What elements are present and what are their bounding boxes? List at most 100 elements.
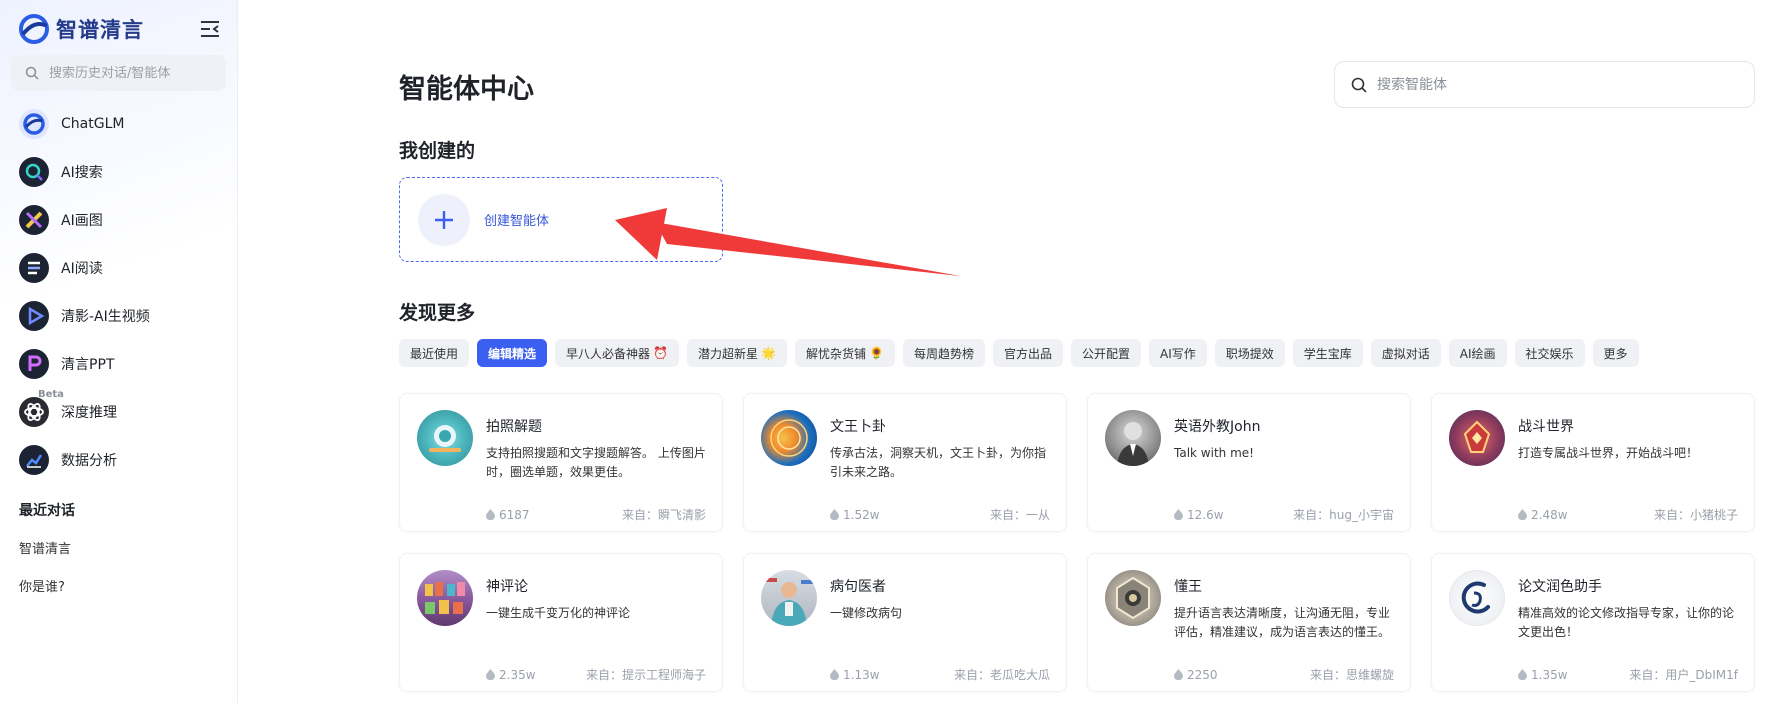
agent-footer: 2.35w 来自：提示工程师海子 (486, 666, 706, 683)
agent-card[interactable]: 懂王 提升语言表达清晰度，让沟通无阻，专业评估，精准建议，成为语言表达的懂王。 … (1087, 553, 1411, 692)
agent-card[interactable]: 病句医者 一键修改病句 1.13w 来自：老瓜吃大瓜 (743, 553, 1067, 692)
flame-icon (486, 509, 495, 520)
agent-title: 懂王 (1174, 579, 1202, 595)
sidebar-item-video[interactable]: 清影-AI生视频 (0, 292, 238, 340)
agent-title: 战斗世界 (1518, 419, 1574, 435)
agent-description: 支持拍照搜题和文字搜题解答。 上传图片时，圈选单题，效果更佳。 (486, 446, 706, 479)
agent-avatar (761, 410, 817, 466)
usage-count-value: 6187 (499, 507, 530, 522)
usage-count-value: 2.48w (1531, 507, 1568, 522)
agent-footer: 1.13w 来自：老瓜吃大瓜 (830, 666, 1050, 683)
tab-virtual-chat[interactable]: 虚拟对话 (1370, 339, 1441, 367)
tab-label: 解忧杂货铺 (805, 346, 866, 361)
ppt-icon (19, 349, 49, 379)
sidebar-item-reasoning[interactable]: Beta 深度推理 (0, 388, 238, 436)
agent-card[interactable]: 英语外教John Talk with me! 12.6w 来自：hug_小宇宙 (1087, 393, 1411, 532)
tab-more[interactable]: 更多 (1592, 339, 1639, 367)
ai-read-icon (19, 253, 49, 283)
agent-title: 论文润色助手 (1518, 579, 1602, 595)
sidebar-search-input[interactable] (49, 65, 209, 81)
agent-footer: 2.48w 来自：小猪桃子 (1518, 506, 1738, 523)
tab-label: 公开配置 (1081, 346, 1130, 361)
agent-title: 英语外教John (1174, 419, 1261, 435)
agent-card[interactable]: 论文润色助手 精准高效的论文修改指导专家，让你的论文更出色！ 1.35w 来自：… (1431, 553, 1755, 692)
tab-ai-writing[interactable]: AI写作 (1148, 339, 1207, 367)
agent-description: Talk with me! (1174, 446, 1254, 460)
tab-official[interactable]: 官方出品 (992, 339, 1063, 367)
tab-label: 编辑精选 (488, 346, 537, 361)
agent-author: 来自：hug_小宇宙 (1293, 508, 1394, 522)
agent-description: 打造专属战斗世界，开始战斗吧！ (1518, 446, 1699, 460)
sidebar-item-ai-search[interactable]: AI搜索 (0, 148, 238, 196)
usage-count-value: 12.6w (1187, 507, 1224, 522)
tab-label: 官方出品 (1003, 346, 1052, 361)
sidebar-item-ai-read[interactable]: AI阅读 (0, 244, 238, 292)
tab-label: 职场提效 (1225, 346, 1274, 361)
category-tabs: 最近使用 编辑精选 早八人必备神器 ⏰ 潜力超新星 🌟 解忧杂货铺 🌻 每周趋势榜 官… (399, 339, 1639, 367)
video-icon (19, 301, 49, 331)
recent-chats-title: 最近对话 (19, 503, 75, 519)
tab-label: 学生宝库 (1303, 346, 1352, 361)
agent-card[interactable]: 神评论 一键生成千变万化的神评论 2.35w 来自：提示工程师海子 (399, 553, 723, 692)
usage-count-value: 1.35w (1531, 667, 1568, 682)
recent-chat-item[interactable]: 你是谁? (19, 576, 65, 595)
agent-author: 来自：小猪桃子 (1653, 508, 1738, 522)
usage-count: 2250 (1174, 666, 1218, 683)
collapse-sidebar-icon[interactable] (198, 18, 222, 40)
tab-public-config[interactable]: 公开配置 (1070, 339, 1141, 367)
tab-student[interactable]: 学生宝库 (1292, 339, 1363, 367)
agent-title: 文王卜卦 (830, 419, 886, 435)
brand-name: 智谱清言 (56, 18, 144, 42)
tab-label: 早八人必备神器 (566, 346, 651, 361)
sidebar-item-label: AI阅读 (61, 261, 103, 277)
tab-editor-picks[interactable]: 编辑精选 (477, 339, 548, 367)
tab-label: AI绘画 (1459, 346, 1496, 361)
agent-description: 精准高效的论文修改指导专家，让你的论文更出色！ (1518, 606, 1735, 639)
agent-description: 提升语言表达清晰度，让沟通无阻，专业评估，精准建议，成为语言表达的懂王。 (1174, 606, 1391, 639)
sidebar-search[interactable] (11, 55, 226, 91)
agent-card[interactable]: 战斗世界 打造专属战斗世界，开始战斗吧！ 2.48w 来自：小猪桃子 (1431, 393, 1755, 532)
tab-weekly-trends[interactable]: 每周趋势榜 (902, 339, 985, 367)
tab-rising-stars[interactable]: 潜力超新星 🌟 (687, 339, 787, 367)
zhipu-logo-icon (19, 14, 49, 44)
agent-search-input[interactable] (1377, 76, 1737, 93)
agent-footer: 6187 来自：瞬飞清影 (486, 506, 706, 523)
sidebar-item-data-analysis[interactable]: 数据分析 (0, 436, 238, 484)
agent-footer: 1.35w 来自：用户_DbIM1f (1518, 666, 1738, 683)
sidebar-item-label: 深度推理 (61, 405, 117, 421)
flame-icon (830, 509, 839, 520)
tab-worry-free[interactable]: 解忧杂货铺 🌻 (794, 339, 895, 367)
usage-count: 6187 (486, 506, 530, 523)
sidebar-item-ppt[interactable]: 清言PPT (0, 340, 238, 388)
tab-morning-tools[interactable]: 早八人必备神器 ⏰ (555, 339, 679, 367)
brand-logo[interactable]: 智谱清言 (18, 12, 144, 46)
tab-workplace[interactable]: 职场提效 (1214, 339, 1285, 367)
agent-description: 传承古法，洞察天机，文王卜卦，为你指引未来之路。 (830, 446, 1047, 479)
reasoning-icon (19, 397, 49, 427)
usage-count-value: 2250 (1187, 667, 1218, 682)
sidebar-item-ai-draw[interactable]: AI画图 (0, 196, 238, 244)
tab-ai-painting[interactable]: AI绘画 (1448, 339, 1507, 367)
tab-recent[interactable]: 最近使用 (399, 339, 470, 367)
create-agent-button[interactable]: 创建智能体 (399, 177, 723, 262)
sidebar-item-label: AI画图 (61, 213, 103, 229)
page-title: 智能体中心 (399, 74, 534, 105)
sidebar-item-label: 清言PPT (61, 357, 115, 373)
agent-avatar (1105, 570, 1161, 626)
flame-icon (830, 669, 839, 680)
agent-author: 来自：用户_DbIM1f (1629, 668, 1738, 682)
agent-search[interactable] (1334, 61, 1755, 108)
agent-footer: 12.6w 来自：hug_小宇宙 (1174, 506, 1394, 523)
agent-author: 来自：提示工程师海子 (585, 668, 706, 682)
agent-avatar (417, 570, 473, 626)
search-icon (25, 66, 39, 80)
agent-title: 病句医者 (830, 579, 886, 595)
agent-card[interactable]: 拍照解题 支持拍照搜题和文字搜题解答。 上传图片时，圈选单题，效果更佳。 618… (399, 393, 723, 532)
agent-card[interactable]: 文王卜卦 传承古法，洞察天机，文王卜卦，为你指引未来之路。 1.52w 来自：一… (743, 393, 1067, 532)
tab-social[interactable]: 社交娱乐 (1514, 339, 1585, 367)
star-icon: 🌟 (761, 346, 776, 360)
search-icon (1351, 77, 1367, 93)
agent-description: 一键生成千变万化的神评论 (486, 606, 631, 620)
recent-chat-item[interactable]: 智谱清言 (19, 538, 71, 557)
sidebar-item-chatglm[interactable]: ChatGLM (0, 100, 238, 148)
